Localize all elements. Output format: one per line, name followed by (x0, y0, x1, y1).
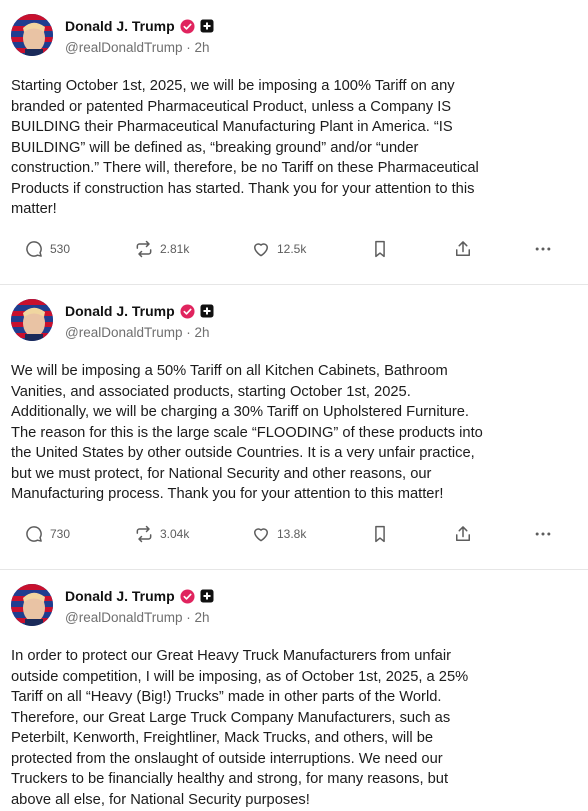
post[interactable]: Donald J. Trump @realDonaldTrump · 2h In… (0, 570, 588, 811)
share-button[interactable] (453, 237, 473, 261)
author-name[interactable]: Donald J. Trump (65, 588, 175, 604)
post-body: Starting October 1st, 2025, we will be i… (11, 78, 479, 217)
plus-badge-icon (200, 304, 214, 318)
share-button[interactable] (453, 522, 473, 546)
avatar[interactable] (11, 584, 53, 626)
author-handle[interactable]: @realDonaldTrump (65, 610, 183, 625)
action-bar: 730 3.04k 13.8k (0, 522, 588, 546)
like-icon (254, 243, 268, 257)
avatar[interactable] (11, 14, 53, 56)
dot-separator: · (186, 40, 195, 55)
dot-separator: · (186, 325, 195, 340)
repost-icon (136, 525, 152, 543)
share-icon (456, 241, 470, 256)
reply-button[interactable]: 730 (24, 522, 70, 546)
verified-icon (180, 588, 195, 604)
like-icon (254, 528, 268, 542)
reply-icon (26, 241, 42, 257)
repost-count: 3.04k (160, 527, 190, 541)
repost-button[interactable]: 3.04k (134, 522, 189, 546)
bookmark-button[interactable] (371, 237, 389, 261)
post[interactable]: Donald J. Trump @realDonaldTrump · 2h St… (0, 0, 588, 285)
more-icon (535, 247, 551, 251)
more-button[interactable] (533, 237, 553, 261)
reply-count: 730 (50, 527, 71, 541)
author-handle[interactable]: @realDonaldTrump (65, 325, 183, 340)
bookmark-icon (375, 525, 385, 543)
handle-row: @realDonaldTrump · 2h (65, 610, 210, 625)
repost-button[interactable]: 2.81k (134, 237, 189, 261)
post-body: In order to protect our Great Heavy Truc… (11, 648, 469, 808)
like-button[interactable]: 13.8k (251, 522, 306, 546)
action-bar: 530 2.81k 12.5k (0, 237, 588, 261)
post-body: We will be imposing a 50% Tariff on all … (11, 363, 483, 502)
bookmark-button[interactable] (371, 522, 389, 546)
feed: Donald J. Trump @realDonaldTrump · 2h St… (0, 0, 588, 811)
dot-separator: · (186, 610, 195, 625)
reply-button[interactable]: 530 (24, 237, 70, 261)
like-count: 13.8k (277, 527, 307, 541)
author-name[interactable]: Donald J. Trump (65, 18, 175, 34)
post-time[interactable]: 2h (195, 40, 210, 55)
share-icon (456, 526, 470, 541)
verified-icon (180, 303, 195, 319)
post-time[interactable]: 2h (195, 325, 210, 340)
repost-count: 2.81k (160, 242, 190, 256)
author-handle[interactable]: @realDonaldTrump (65, 40, 183, 55)
plus-badge-icon (200, 589, 214, 603)
author-name[interactable]: Donald J. Trump (65, 303, 175, 319)
plus-badge-icon (200, 19, 214, 33)
like-button[interactable]: 12.5k (251, 237, 306, 261)
more-icon (535, 532, 551, 536)
verified-icon (180, 18, 195, 34)
handle-row: @realDonaldTrump · 2h (65, 40, 210, 55)
repost-icon (136, 240, 152, 258)
bookmark-icon (375, 240, 385, 258)
post-time[interactable]: 2h (195, 610, 210, 625)
avatar[interactable] (11, 299, 53, 341)
reply-count: 530 (50, 242, 71, 256)
handle-row: @realDonaldTrump · 2h (65, 325, 210, 340)
like-count: 12.5k (277, 242, 307, 256)
post[interactable]: Donald J. Trump @realDonaldTrump · 2h We… (0, 285, 588, 570)
reply-icon (26, 526, 42, 542)
more-button[interactable] (533, 522, 553, 546)
